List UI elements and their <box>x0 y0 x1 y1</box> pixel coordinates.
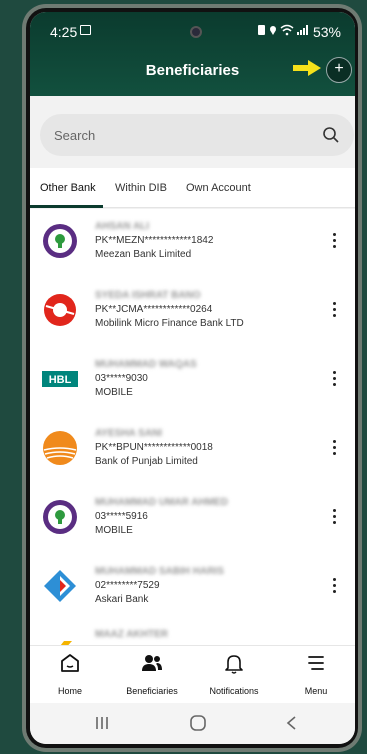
meezan-bank-logo <box>43 224 77 258</box>
beneficiary-account: 03*****5916 <box>95 511 148 522</box>
nav-home-label: Home <box>57 686 82 696</box>
beneficiary-tabs: Other Bank Within DIB Own Account <box>30 168 355 208</box>
search-icon[interactable] <box>322 126 340 144</box>
beneficiary-bank: Meezan Bank Limited <box>95 249 192 260</box>
bank-of-punjab-logo <box>43 431 77 465</box>
home-system-icon[interactable] <box>188 715 208 731</box>
meezan-bank-logo <box>43 500 77 534</box>
more-options-icon[interactable] <box>333 440 337 456</box>
app-header: 4:25 53% Beneficiaries + <box>30 12 355 96</box>
hbl-logo: HBL <box>42 371 78 387</box>
add-beneficiary-button[interactable]: + <box>326 57 352 83</box>
beneficiary-account: PK**BPUN************0018 <box>95 442 213 453</box>
back-icon[interactable] <box>282 715 302 731</box>
tab-within-dib[interactable]: Within DIB <box>115 182 167 194</box>
list-item[interactable]: HBL MUHAMMAD WAQAS 03*****9030 MOBILE <box>30 347 355 416</box>
more-options-icon[interactable] <box>333 302 337 318</box>
system-navigation-bar <box>30 703 355 744</box>
status-bar: 4:25 53% <box>30 12 355 44</box>
partial-bank-logo <box>60 641 72 645</box>
signal-wifi-icons <box>258 24 308 36</box>
home-icon <box>61 654 79 672</box>
beneficiary-name: SYEDA ISHRAT BANO <box>95 290 201 301</box>
beneficiary-bank: Askari Bank <box>95 594 149 605</box>
list-item[interactable]: MUHAMMAD SABIH HARIS 02********7529 Aska… <box>30 554 355 623</box>
beneficiary-bank: Mobilink Micro Finance Bank LTD <box>95 318 244 329</box>
phone-screen: 4:25 53% Beneficiaries + Search Other Ba… <box>30 12 355 744</box>
nav-notifications-label: Notifications <box>209 686 259 696</box>
beneficiary-name: MUHAMMAD UMAR AHMED <box>95 497 228 508</box>
hbl-logo-text: HBL <box>49 374 72 386</box>
front-camera <box>190 26 202 38</box>
image-notification-icon <box>80 25 91 35</box>
beneficiary-bank: MOBILE <box>95 387 133 398</box>
beneficiary-account: PK**JCMA************0264 <box>95 304 213 315</box>
beneficiary-list: AHSAN ALI PK**MEZN************1842 Meeza… <box>30 209 355 645</box>
more-options-icon[interactable] <box>333 371 337 387</box>
more-options-icon[interactable] <box>333 233 337 249</box>
list-item[interactable]: MAAZ AKHTER <box>30 623 355 645</box>
status-icons <box>257 24 315 39</box>
beneficiary-name: MAAZ AKHTER <box>95 629 168 640</box>
recent-apps-icon[interactable] <box>92 715 112 731</box>
battery-percentage: 53% <box>312 24 341 40</box>
status-time: 4:25 <box>50 24 78 40</box>
tab-other-bank[interactable]: Other Bank <box>40 182 96 194</box>
active-tab-indicator <box>30 205 103 208</box>
beneficiary-name: AYESHA SANI <box>95 428 163 439</box>
list-item[interactable]: AHSAN ALI PK**MEZN************1842 Meeza… <box>30 209 355 278</box>
list-item[interactable]: SYEDA ISHRAT BANO PK**JCMA************02… <box>30 278 355 347</box>
nav-home[interactable]: Home <box>30 652 110 696</box>
mobilink-logo <box>44 294 76 326</box>
beneficiary-account: 03*****9030 <box>95 373 148 384</box>
search-placeholder: Search <box>54 128 96 143</box>
beneficiary-bank: MOBILE <box>95 525 133 536</box>
list-item[interactable]: MUHAMMAD UMAR AHMED 03*****5916 MOBILE <box>30 485 355 554</box>
nav-beneficiaries[interactable]: Beneficiaries <box>112 652 192 696</box>
askari-bank-logo <box>44 570 76 602</box>
arrow-pointer-icon <box>293 60 321 76</box>
search-bar[interactable]: Search <box>40 114 354 156</box>
beneficiary-account: 02********7529 <box>95 580 160 591</box>
nav-menu-label: Menu <box>304 686 328 696</box>
list-item[interactable]: AYESHA SANI PK**BPUN************0018 Ban… <box>30 416 355 485</box>
bell-icon <box>225 655 243 674</box>
people-icon <box>142 655 162 671</box>
nav-menu[interactable]: Menu <box>276 652 355 696</box>
nav-beneficiaries-label: Beneficiaries <box>126 686 178 696</box>
more-options-icon[interactable] <box>333 578 337 594</box>
nav-notifications[interactable]: Notifications <box>194 652 274 696</box>
beneficiary-name: AHSAN ALI <box>95 221 150 232</box>
beneficiary-account: PK**MEZN************1842 <box>95 235 214 246</box>
beneficiary-bank: Bank of Punjab Limited <box>95 456 198 467</box>
beneficiary-name: MUHAMMAD WAQAS <box>95 359 197 370</box>
menu-icon <box>308 656 324 670</box>
bottom-navigation: Home Beneficiaries Notifications Menu <box>30 645 355 703</box>
beneficiary-name: MUHAMMAD SABIH HARIS <box>95 566 224 577</box>
tab-own-account[interactable]: Own Account <box>186 182 251 194</box>
more-options-icon[interactable] <box>333 509 337 525</box>
